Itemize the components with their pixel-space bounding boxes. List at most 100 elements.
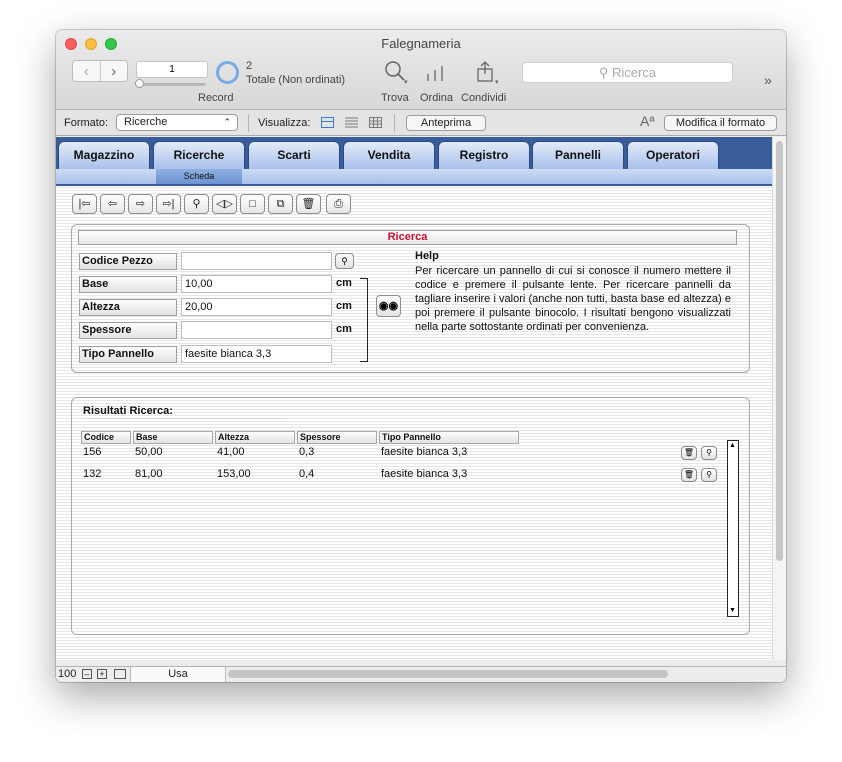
row-search-icon[interactable]: ⚲ — [701, 468, 717, 482]
layout-select[interactable]: Ricerche ⌃ — [116, 114, 238, 131]
scroll-up-icon[interactable]: ▲ — [729, 442, 736, 450]
find-label[interactable]: Trova — [381, 92, 409, 104]
share-icon[interactable]: ▾ — [475, 60, 501, 90]
row-delete-icon[interactable]: 🗑 — [681, 446, 697, 460]
forward-button[interactable]: › — [101, 61, 128, 81]
altezza-input[interactable]: 20,00 — [181, 298, 332, 316]
tab-registro[interactable]: Registro — [438, 141, 530, 169]
cell-codice: 156 — [83, 446, 102, 458]
format-bar: Formato: Ricerche ⌃ Visualizza: Anteprim… — [56, 110, 786, 136]
sort-icon[interactable] — [426, 64, 448, 88]
find-icon[interactable]: ▾ — [384, 60, 410, 90]
codice-pezzo-input[interactable] — [181, 252, 332, 270]
format-label: Formato: — [64, 117, 109, 129]
tipo-pannello-input[interactable]: faesite bianca 3,3 — [181, 345, 332, 363]
search-field[interactable]: ⚲ Ricerca — [522, 62, 733, 83]
scroll-down-icon[interactable]: ▼ — [729, 607, 736, 615]
sort-status: Totale (Non ordinati) — [246, 74, 346, 86]
find-icon[interactable]: ⚲ — [184, 194, 209, 214]
tab-scarti[interactable]: Scarti — [248, 141, 340, 169]
record-slider[interactable] — [135, 79, 206, 88]
bracket-divider — [360, 278, 368, 362]
sort-label[interactable]: Ordina — [420, 92, 453, 104]
help-text: Per ricercare un pannello di cui si cono… — [415, 265, 731, 333]
slider-thumb[interactable] — [135, 79, 144, 88]
status-bar: 100 – + Usa — [56, 666, 786, 682]
subtab-scheda[interactable]: Scheda — [156, 169, 242, 184]
tab-bar: Magazzino Ricerche Scarti Vendita Regist… — [56, 137, 772, 169]
preview-button[interactable]: Anteprima — [406, 115, 486, 131]
cell-tipo-pannello: faesite bianca 3,3 — [381, 446, 468, 458]
found-set-pie-icon — [216, 61, 239, 84]
duplicate-icon[interactable]: ⧉ — [268, 194, 293, 214]
column-header-spessore: Spessore — [297, 431, 377, 444]
prev-record-icon[interactable]: ⇦ — [100, 194, 125, 214]
spessore-input[interactable] — [181, 321, 332, 339]
row-delete-icon[interactable]: 🗑 — [681, 468, 697, 482]
mode-indicator[interactable]: Usa — [130, 667, 226, 682]
layout-content: Magazzino Ricerche Scarti Vendita Regist… — [56, 137, 772, 660]
cell-tipo-pannello: faesite bianca 3,3 — [381, 468, 468, 480]
window-title: Falegnameria — [381, 36, 461, 51]
vertical-scrollbar[interactable] — [772, 137, 786, 660]
first-record-icon[interactable]: |⇦ — [72, 194, 97, 214]
edit-layout-button[interactable]: Modifica il formato — [664, 115, 777, 131]
form-view-icon[interactable] — [321, 117, 334, 128]
print-icon[interactable]: ⎙ — [326, 194, 351, 214]
record-label: Record — [198, 92, 234, 104]
tab-magazzino[interactable]: Magazzino — [58, 141, 150, 169]
binocular-search-button[interactable]: ◉◉ — [376, 295, 401, 317]
results-scrollbar[interactable]: ▲ ▼ — [727, 440, 739, 617]
table-view-icon[interactable] — [369, 117, 382, 128]
search-icon: ⚲ — [598, 65, 609, 80]
base-unit: cm — [336, 277, 352, 289]
tab-pannelli[interactable]: Pannelli — [532, 141, 624, 169]
base-label: Base — [79, 276, 177, 293]
magnifier-icon: ⚲ — [341, 256, 348, 266]
back-button[interactable]: ‹ — [73, 61, 101, 81]
results-title: Risultati Ricerca: — [83, 403, 286, 419]
help-title: Help — [415, 250, 439, 262]
lens-search-button[interactable]: ⚲ — [335, 253, 354, 269]
record-number-field[interactable]: 1 — [136, 61, 208, 78]
spessore-label: Spessore — [79, 322, 177, 339]
share-label[interactable]: Condividi — [461, 92, 506, 104]
tab-ricerche[interactable]: Ricerche — [153, 141, 245, 169]
tab-operatori[interactable]: Operatori — [627, 141, 719, 169]
row-search-icon[interactable]: ⚲ — [701, 446, 717, 460]
toggle-toolbar-icon[interactable] — [114, 669, 126, 679]
column-header-codice: Codice — [81, 431, 131, 444]
more-toolbar-icon[interactable]: » — [764, 72, 772, 88]
tipo-pannello-label: Tipo Pannello — [79, 346, 177, 363]
text-format-icon[interactable]: Aª — [640, 113, 655, 129]
delete-icon[interactable]: 🗑 — [296, 194, 321, 214]
cell-spessore: 0,4 — [299, 468, 315, 480]
zoom-out-icon[interactable]: – — [82, 669, 92, 679]
zoom-level[interactable]: 100 — [58, 668, 76, 680]
cell-codice: 132 — [83, 468, 102, 480]
svg-text:▾: ▾ — [404, 79, 408, 84]
base-input[interactable]: 10,00 — [181, 275, 332, 293]
last-record-icon[interactable]: ⇨| — [156, 194, 181, 214]
altezza-label: Altezza — [79, 299, 177, 316]
horizontal-scrollbar[interactable] — [228, 670, 668, 678]
app-window: Falegnameria ‹ › 1 Record 2 Totale (Non … — [56, 30, 786, 682]
binoculars-icon: ◉◉ — [378, 300, 399, 312]
cell-base: 50,00 — [135, 446, 163, 458]
altezza-unit: cm — [336, 300, 352, 312]
column-header-altezza: Altezza — [215, 431, 295, 444]
zoom-in-icon[interactable]: + — [97, 669, 107, 679]
cell-altezza: 41,00 — [217, 446, 245, 458]
next-record-icon[interactable]: ⇨ — [128, 194, 153, 214]
select-arrows-icon: ⌃ — [223, 117, 231, 127]
search-placeholder: Ricerca — [612, 65, 657, 80]
layout-value: Ricerche — [124, 116, 168, 128]
tab-vendita[interactable]: Vendita — [343, 141, 435, 169]
scroll-thumb[interactable] — [776, 141, 783, 561]
new-record-icon[interactable]: □ — [240, 194, 265, 214]
sort-icon[interactable]: ◁▷ — [212, 194, 237, 214]
spessore-unit: cm — [336, 323, 352, 335]
list-view-icon[interactable] — [345, 117, 358, 128]
codice-pezzo-label: Codice Pezzo — [79, 253, 177, 270]
divider — [394, 114, 395, 132]
